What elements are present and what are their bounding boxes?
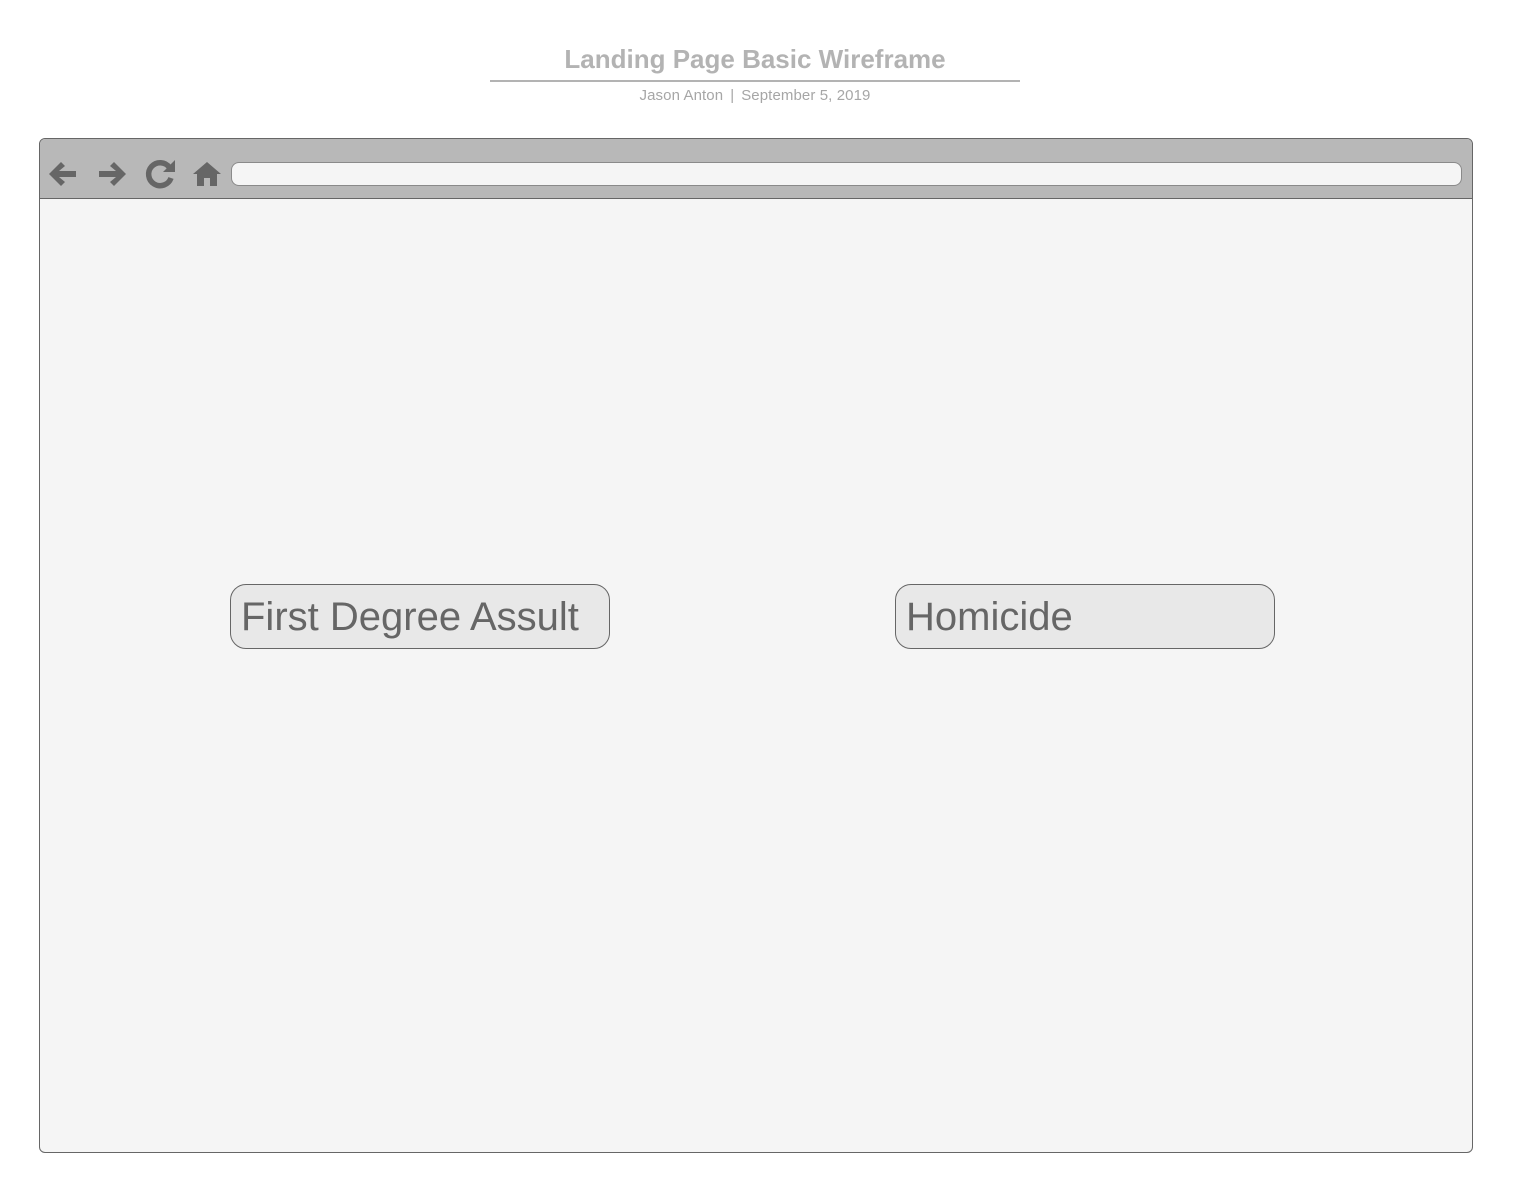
address-bar-input[interactable] [231,162,1462,186]
browser-window: First Degree Assult Homicide [39,138,1473,1153]
page-subtitle: Jason Anton | September 5, 2019 [490,87,1020,104]
browser-toolbar [40,139,1472,199]
first-degree-assault-button[interactable]: First Degree Assult [230,584,610,649]
author-name: Jason Anton [639,87,724,104]
refresh-icon[interactable] [143,157,177,191]
wireframe-header: Landing Page Basic Wireframe Jason Anton… [490,38,1020,104]
back-arrow-icon[interactable] [45,157,79,191]
forward-arrow-icon[interactable] [96,157,130,191]
subtitle-separator: | [730,87,735,104]
document-date: September 5, 2019 [741,87,871,104]
home-icon[interactable] [190,157,224,191]
page-title: Landing Page Basic Wireframe [490,38,1020,82]
homicide-button[interactable]: Homicide [895,584,1275,649]
